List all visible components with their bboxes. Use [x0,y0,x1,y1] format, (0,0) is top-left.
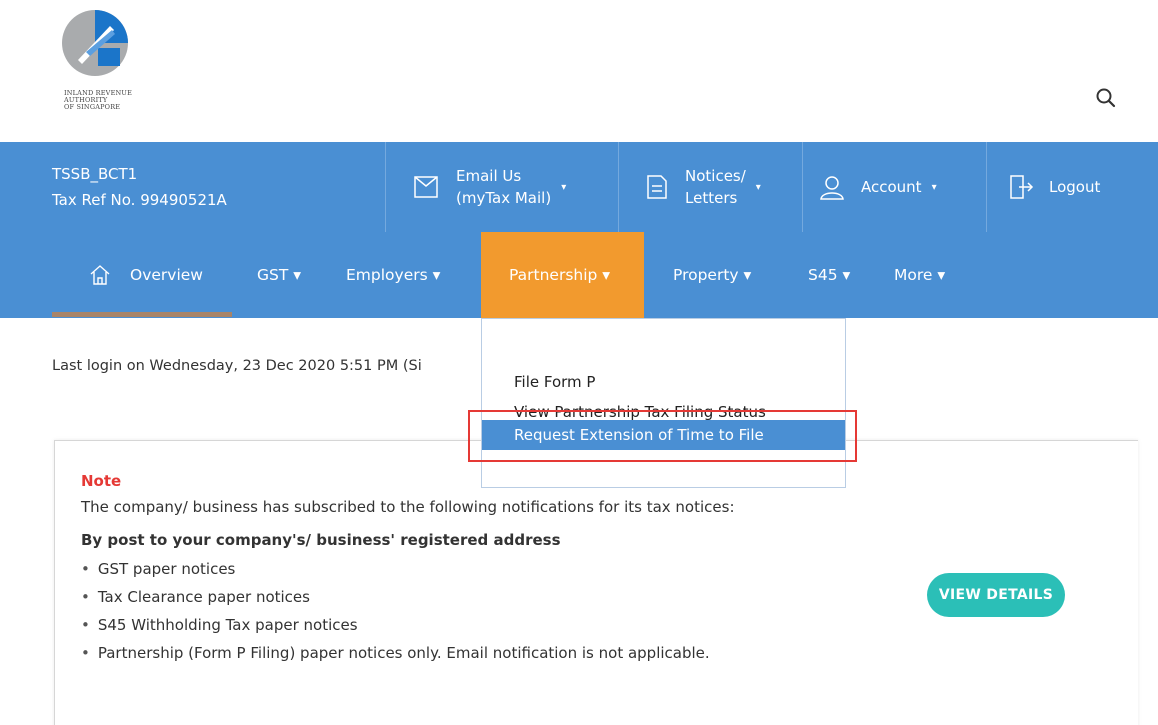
chevron-down-icon: ▾ [931,181,937,193]
nav-partnership-label: Partnership ▾ [509,266,611,284]
nav-gst[interactable]: GST ▾ [257,232,301,318]
partnership-dropdown-menu: File Form P View Partnership Tax Filing … [481,318,846,488]
nav-overview[interactable]: Overview [88,232,203,318]
menu-item-file-form-p[interactable]: File Form P [482,367,845,397]
mail-icon [414,176,438,198]
divider [618,142,619,232]
view-details-button[interactable]: VIEW DETAILS [927,573,1065,617]
home-icon [90,265,110,285]
nav-partnership[interactable]: Partnership ▾ [481,232,644,318]
nav-more[interactable]: More ▾ [894,232,945,318]
main-navigation: Overview GST ▾ Employers ▾ Partnership ▾… [0,232,1158,318]
list-item: GST paper notices [81,555,981,583]
nav-more-label: More ▾ [894,266,946,284]
nav-overview-label: Overview [130,266,203,284]
notices-label: Notices/ [685,167,746,185]
divider [802,142,803,232]
nav-property-label: Property ▾ [673,266,752,284]
account-bar: TSSB_BCT1 Tax Ref No. 99490521A Email Us… [0,142,1158,232]
iras-logo[interactable]: INLAND REVENUE AUTHORITY OF SINGAPORE [52,8,182,128]
divider [986,142,987,232]
nav-s45-label: S45 ▾ [808,266,851,284]
chevron-down-icon: ▾ [561,181,567,193]
nav-employers-label: Employers ▾ [346,266,441,284]
logout-button[interactable]: Logout [1005,142,1100,232]
notification-list: GST paper notices Tax Clearance paper no… [81,555,981,667]
note-text: The company/ business has subscribed to … [81,498,735,516]
list-item: S45 Withholding Tax paper notices [81,611,981,639]
logo-text: INLAND REVENUE AUTHORITY OF SINGAPORE [64,90,132,111]
email-us-menu[interactable]: Email Us (myTax Mail) ▾ [412,142,566,232]
divider [385,142,386,232]
highlight-annotation-box [468,410,857,462]
notices-letters-menu[interactable]: Notices/ Letters ▾ [641,142,761,232]
document-icon [647,175,667,199]
list-item: Partnership (Form P Filing) paper notice… [81,639,981,667]
note-subtitle: By post to your company's/ business' reg… [81,531,561,549]
letters-label: Letters [685,189,738,207]
email-us-label: Email Us [456,167,522,185]
search-button[interactable] [1094,86,1118,110]
logo-line: OF SINGAPORE [64,103,121,111]
user-icon [820,176,844,200]
logout-label: Logout [1049,178,1101,196]
tax-ref-number: Tax Ref No. 99490521A [52,191,227,209]
active-tab-underline [52,312,232,317]
logo-emblem-icon [62,10,128,76]
nav-employers[interactable]: Employers ▾ [346,232,440,318]
account-menu[interactable]: Account ▾ [817,142,937,232]
nav-gst-label: GST ▾ [257,266,302,284]
account-label: Account [861,178,922,196]
logout-icon [1010,175,1034,199]
search-icon [1096,88,1116,108]
nav-s45[interactable]: S45 ▾ [808,232,850,318]
nav-property[interactable]: Property ▾ [673,232,751,318]
user-info: TSSB_BCT1 Tax Ref No. 99490521A [52,142,227,232]
chevron-down-icon: ▾ [755,181,761,193]
user-name: TSSB_BCT1 [52,165,138,183]
mytax-mail-label: (myTax Mail) [456,189,552,207]
list-item: Tax Clearance paper notices [81,583,981,611]
note-content: Note The company/ business has subscribe… [81,469,981,667]
last-login-text: Last login on Wednesday, 23 Dec 2020 5:5… [52,358,422,374]
